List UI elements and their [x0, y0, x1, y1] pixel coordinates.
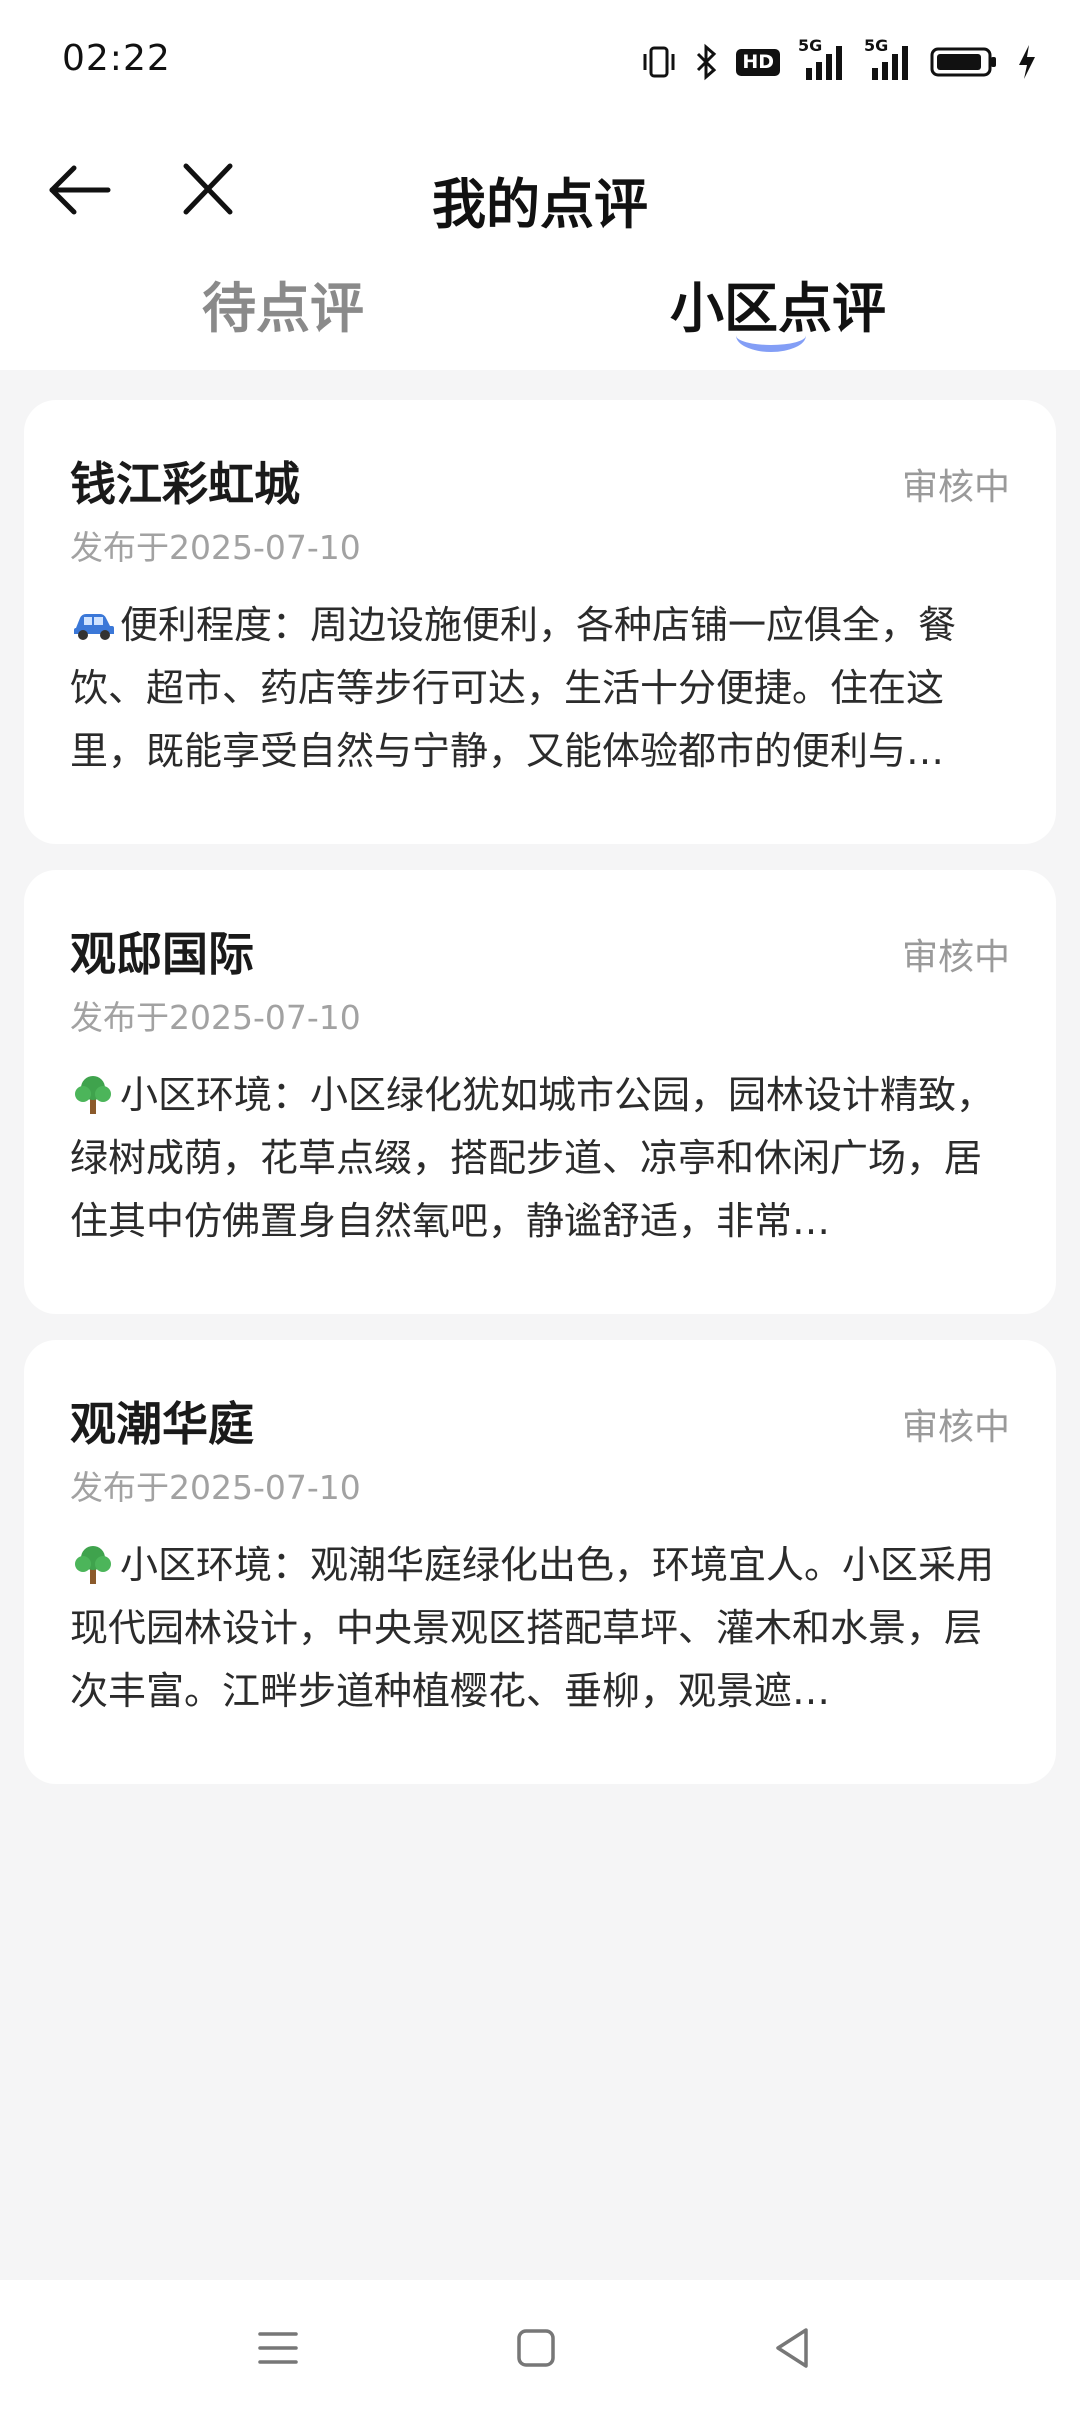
vibrate-icon [643, 46, 675, 78]
review-card[interactable]: 观潮华庭 审核中 发布于2025-07-10 小区环境：观潮华庭绿化出色，环境宜… [24, 1340, 1056, 1784]
review-card[interactable]: 钱江彩虹城 审核中 发布于2025-07-10 便利程度：周边设施便利，各种店铺… [24, 400, 1056, 844]
status-icons: HD 5G 5G [642, 36, 1038, 86]
menu-icon [258, 2332, 298, 2364]
page-title: 我的点评 [432, 173, 648, 236]
review-title: 钱江彩虹城 [70, 457, 300, 511]
review-text-container: 小区环境：观潮华庭绿化出色，环境宜人。小区采用现代园林设计，中央景观区搭配草坪、… [70, 1534, 1010, 1723]
review-text: 便利程度：周边设施便利，各种店铺一应俱全，餐饮、超市、药店等步行可达，生活十分便… [70, 603, 957, 773]
nav-bar: 我的点评 [0, 130, 1080, 250]
review-title: 观潮华庭 [70, 1397, 254, 1451]
signal-bars-icon [872, 46, 908, 80]
tab-bar: 待点评 小区点评 [0, 255, 1080, 355]
tree-icon [75, 1546, 111, 1584]
review-status-badge: 审核中 [901, 467, 1010, 508]
signal-bars-icon [806, 46, 842, 80]
review-date: 发布于2025-07-10 [70, 1468, 361, 1507]
system-nav-bar [0, 2280, 1080, 2412]
review-date: 发布于2025-07-10 [70, 998, 361, 1037]
review-status-badge: 审核中 [901, 1407, 1010, 1448]
car-icon [74, 614, 114, 640]
review-title: 观邸国际 [70, 927, 254, 981]
review-date: 发布于2025-07-10 [70, 528, 361, 567]
battery-icon [930, 47, 996, 77]
charging-icon [1019, 45, 1035, 79]
system-back-button[interactable] [766, 2320, 822, 2376]
status-bar: 02:22 HD 5G 5G [0, 0, 1080, 120]
tab-pending-review[interactable]: 待点评 [202, 269, 364, 349]
signal-5g-1: 5G [798, 36, 846, 82]
status-time: 02:22 [62, 38, 171, 79]
recent-apps-button[interactable] [250, 2320, 306, 2376]
top-area: 02:22 HD 5G 5G 我的点评 待点评 小区点评 [0, 0, 1080, 370]
review-status-badge: 审核中 [901, 937, 1010, 978]
signal-5g-2: 5G [864, 36, 912, 82]
bluetooth-icon [697, 43, 717, 81]
review-text-container: 便利程度：周边设施便利，各种店铺一应俱全，餐饮、超市、药店等步行可达，生活十分便… [70, 594, 1010, 783]
hd-badge: HD [736, 48, 780, 76]
home-button[interactable] [508, 2320, 564, 2376]
triangle-back-icon [776, 2328, 808, 2368]
active-tab-indicator [736, 319, 806, 352]
review-text: 小区环境：小区绿化犹如城市公园，园林设计精致，绿树成荫，花草点缀，搭配步道、凉亭… [70, 1073, 995, 1243]
review-text: 小区环境：观潮华庭绿化出色，环境宜人。小区采用现代园林设计，中央景观区搭配草坪、… [70, 1543, 995, 1713]
square-icon [517, 2329, 555, 2367]
review-card[interactable]: 观邸国际 审核中 发布于2025-07-10 小区环境：小区绿化犹如城市公园，园… [24, 870, 1056, 1314]
review-list: 钱江彩虹城 审核中 发布于2025-07-10 便利程度：周边设施便利，各种店铺… [24, 400, 1056, 1810]
review-text-container: 小区环境：小区绿化犹如城市公园，园林设计精致，绿树成荫，花草点缀，搭配步道、凉亭… [70, 1064, 1010, 1253]
tree-icon [75, 1076, 111, 1114]
